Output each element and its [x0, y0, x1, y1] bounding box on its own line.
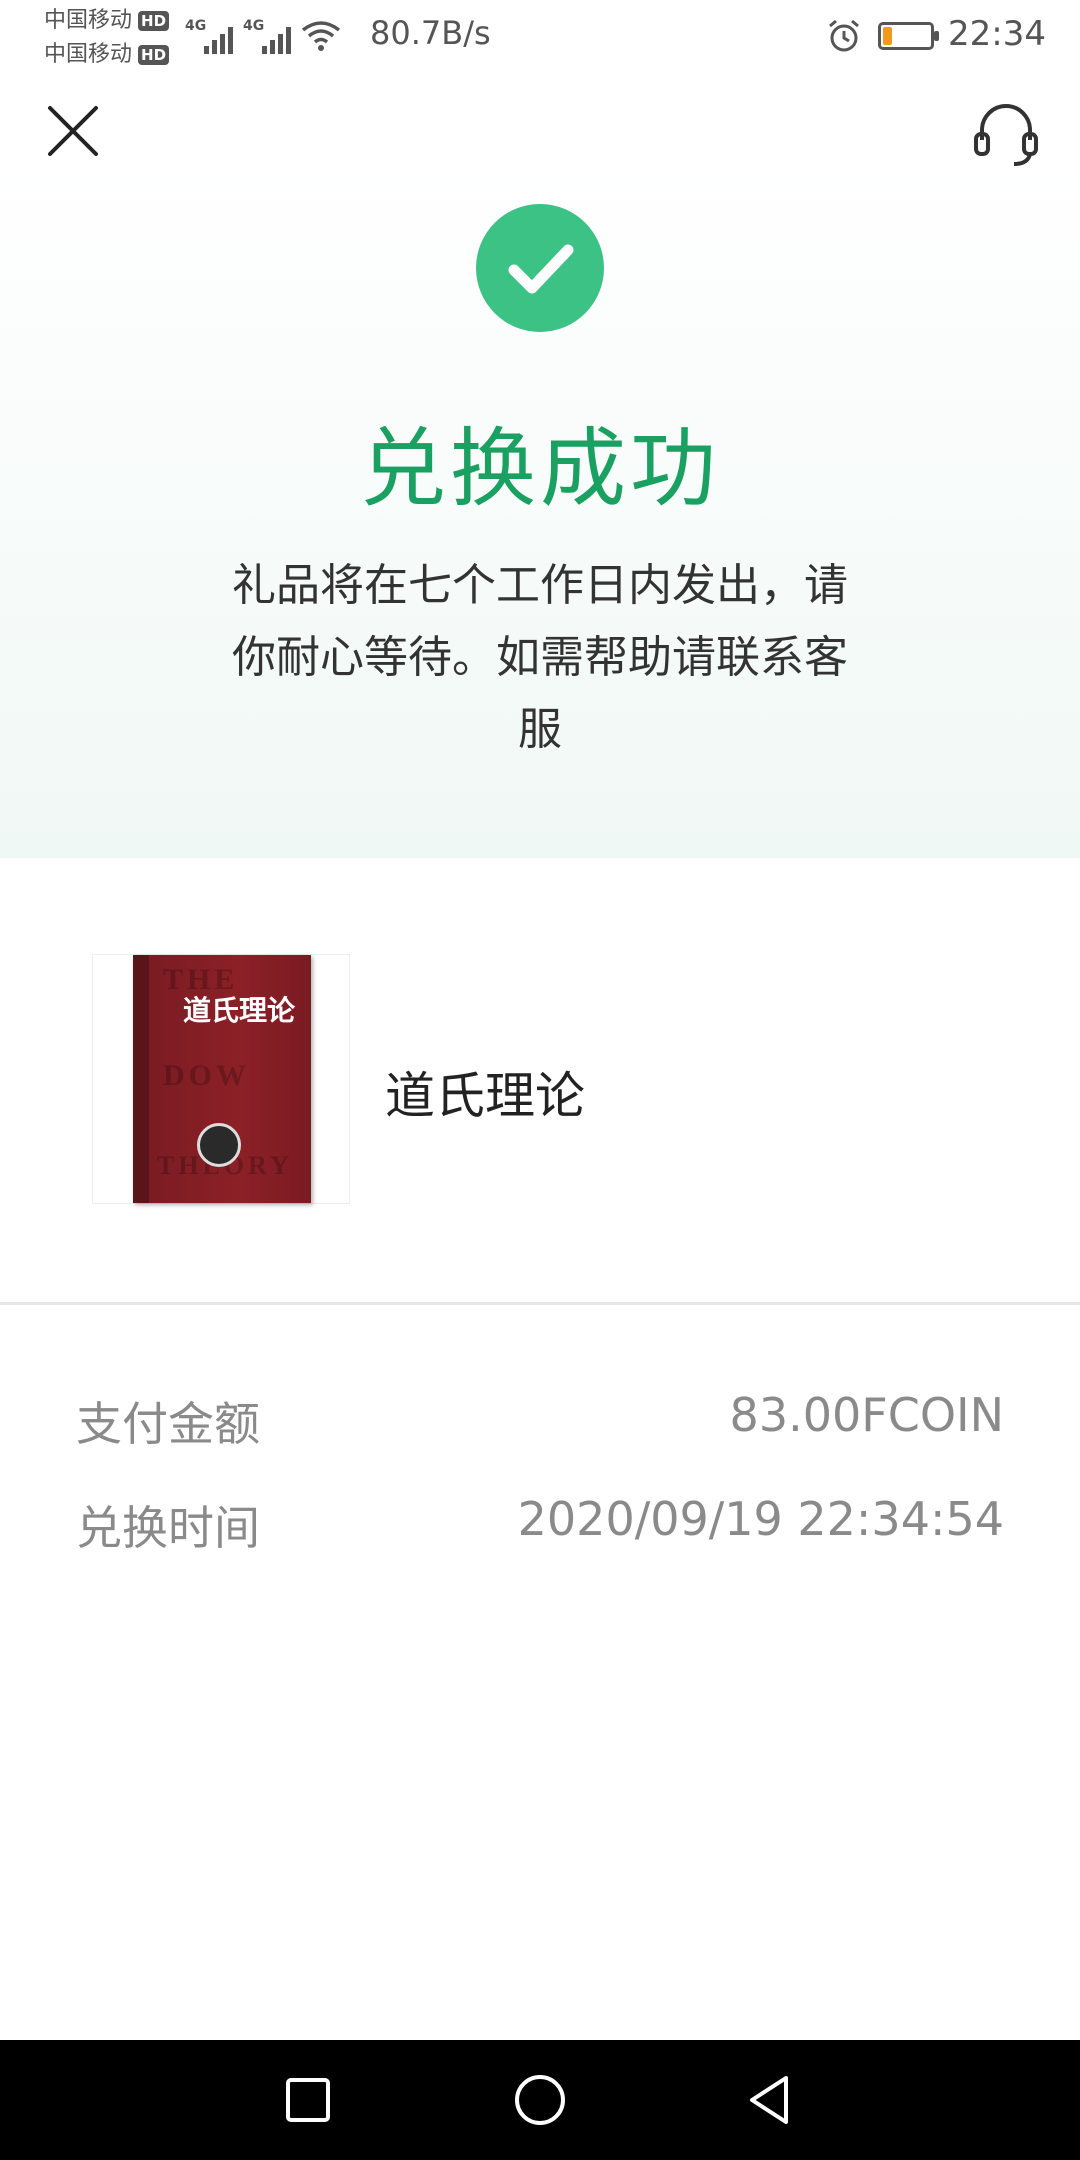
product-card: THE DOW THEORY 道氏理论 道氏理论: [0, 858, 1080, 1304]
square-icon[interactable]: [278, 2070, 338, 2130]
success-title: 兑换成功: [360, 419, 720, 519]
product-name: 道氏理论: [385, 1067, 585, 1125]
circle-icon[interactable]: [510, 2070, 570, 2130]
status-bar: 中国移动 HD 中国移动 HD 4G 4G 80.7B/s 22:34: [0, 0, 1080, 72]
check-circle-icon: [476, 204, 604, 332]
hd-badge: HD: [138, 11, 170, 31]
checkmark-icon: [508, 244, 574, 294]
signal-indicators: 4G 4G: [185, 14, 341, 54]
book-cover: THE DOW THEORY 道氏理论: [133, 955, 311, 1203]
redeem-time-label: 兑换时间: [76, 1501, 260, 1555]
close-icon[interactable]: [38, 96, 108, 166]
redeem-time-row: 兑换时间 2020/09/19 22:34:54: [76, 1492, 1004, 1555]
product-image: THE DOW THEORY 道氏理论: [92, 954, 350, 1204]
net-speed: 80.7B/s: [370, 14, 491, 52]
system-nav-bar: [0, 2040, 1080, 2160]
status-time: 22:34: [948, 14, 1046, 54]
redeem-time-value: 2020/09/19 22:34:54: [517, 1492, 1004, 1546]
book-cover-title: 道氏理论: [183, 994, 296, 1027]
payment-amount-row: 支付金额 83.00FCOIN: [76, 1388, 1004, 1451]
divider: [0, 1302, 1080, 1305]
alarm-icon: [829, 19, 859, 52]
success-description: 礼品将在七个工作日内发出，请你耐心等待。如需帮助请联系客服: [232, 560, 848, 755]
hd-badge: HD: [138, 45, 170, 65]
signal-icon: 4G: [243, 18, 291, 54]
triangle-back-icon[interactable]: [740, 2070, 800, 2130]
wifi-icon: [301, 21, 341, 51]
payment-amount-label: 支付金额: [76, 1397, 260, 1451]
battery-icon: [878, 22, 939, 50]
carrier-info: 中国移动 HD 中国移动 HD: [44, 4, 170, 72]
battery-fill: [883, 27, 892, 45]
signal-icon: 4G: [185, 18, 233, 54]
carrier-label-1: 中国移动: [44, 8, 133, 33]
carrier-label-2: 中国移动: [44, 42, 133, 67]
portrait-medal: [197, 1123, 241, 1167]
payment-amount-value: 83.00FCOIN: [729, 1388, 1004, 1442]
headset-icon[interactable]: [968, 96, 1044, 172]
